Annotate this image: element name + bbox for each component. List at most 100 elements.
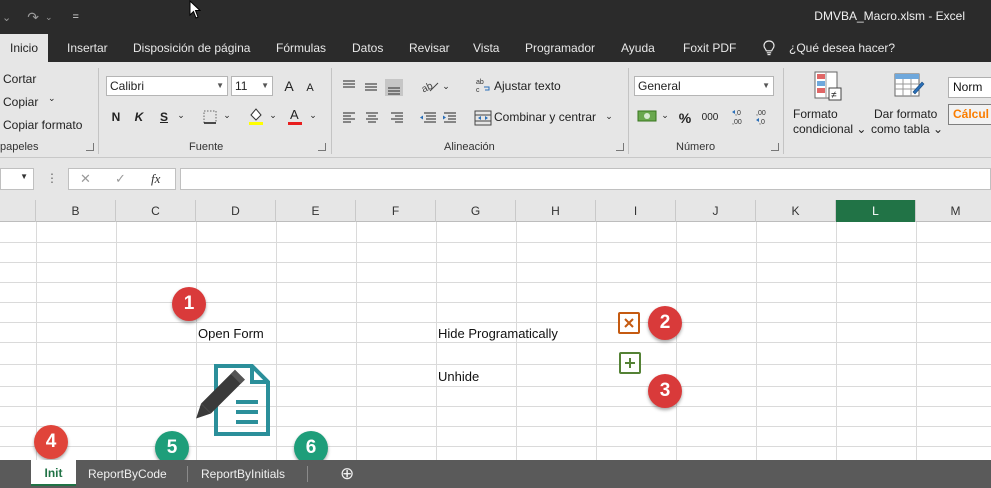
formula-input[interactable] — [180, 168, 991, 190]
sheet-tab-init[interactable]: Init — [31, 460, 76, 486]
bold-button[interactable]: N — [107, 107, 125, 127]
open-form-cell[interactable]: Open Form — [198, 326, 264, 341]
column-header[interactable]: J — [676, 200, 756, 222]
tab-ayuda[interactable]: Ayuda — [621, 34, 655, 62]
font-color-icon[interactable]: A — [287, 106, 303, 126]
row-header-corner[interactable] — [0, 200, 36, 222]
worksheet-grid[interactable]: Open Form Hide Programatically Unhide 1 … — [0, 222, 991, 465]
vertical-align-icons[interactable] — [341, 78, 403, 96]
percent-button[interactable]: % — [677, 108, 693, 128]
conditional-format-label-1[interactable]: Formato — [793, 107, 838, 121]
lightbulb-icon[interactable] — [762, 40, 776, 56]
format-as-table-label-1[interactable]: Dar formato — [874, 107, 937, 121]
increase-decimal-icon[interactable]: ,0 ,00 — [731, 108, 747, 126]
conditional-format-label-2[interactable]: condicional ⌄ — [793, 122, 866, 136]
name-box[interactable]: ▼ — [0, 168, 34, 190]
copy-dropdown-icon[interactable]: ⌄ — [48, 93, 56, 104]
decrease-decimal-icon[interactable]: ,00 ,0 — [755, 108, 771, 126]
font-color-dropdown-icon[interactable]: ⌄ — [308, 105, 318, 125]
column-header[interactable]: F — [356, 200, 436, 222]
number-format-select[interactable]: General ▼ — [634, 76, 774, 96]
copy-button[interactable]: Copiar — [3, 95, 38, 109]
column-header[interactable]: H — [516, 200, 596, 222]
currency-dropdown-icon[interactable]: ⌄ — [660, 105, 670, 125]
orientation-dropdown-icon[interactable]: ⌄ — [441, 76, 451, 96]
column-header[interactable]: M — [916, 200, 991, 222]
formula-buttons: ✕ ✓ fx — [68, 168, 176, 190]
customize-qat-icon[interactable]: = — [73, 11, 79, 23]
style-normal[interactable]: Norm — [948, 77, 991, 98]
hide-button[interactable] — [618, 312, 640, 334]
tab-datos[interactable]: Datos — [352, 34, 383, 62]
column-header[interactable]: K — [756, 200, 836, 222]
underline-button[interactable]: S — [155, 107, 173, 127]
column-header[interactable]: G — [436, 200, 516, 222]
cut-button[interactable]: Cortar — [3, 72, 36, 86]
format-painter-button[interactable]: Copiar formato — [3, 118, 82, 132]
tab-disposicion-pagina[interactable]: Disposición de página — [133, 34, 250, 62]
open-form-edit-icon[interactable] — [196, 362, 272, 436]
clipboard-launcher-icon[interactable] — [86, 143, 94, 151]
borders-icon[interactable] — [203, 110, 217, 124]
shrink-font-button[interactable]: A — [302, 78, 318, 98]
group-divider — [628, 68, 629, 154]
orientation-icon[interactable]: ab — [420, 78, 442, 94]
format-as-table-icon[interactable] — [893, 70, 925, 102]
conditional-format-icon[interactable]: ≠ — [813, 70, 843, 102]
redo-dropdown-icon[interactable]: ⌄ — [45, 12, 53, 23]
column-header[interactable]: B — [36, 200, 116, 222]
indent-icons[interactable] — [418, 111, 462, 125]
column-header[interactable]: I — [596, 200, 676, 222]
add-sheet-icon[interactable]: ⊕ — [340, 460, 354, 488]
merge-center-button[interactable]: Combinar y centrar — [494, 110, 596, 124]
tab-inicio[interactable]: Inicio — [0, 34, 49, 62]
font-name-select[interactable]: Calibri ▼ — [106, 76, 228, 96]
redo-icon[interactable]: ↷ — [27, 9, 39, 26]
unhide-button[interactable] — [619, 352, 641, 374]
row-line — [0, 386, 991, 387]
style-calculation[interactable]: Cálcul — [948, 104, 991, 125]
horizontal-align-icons[interactable] — [341, 111, 407, 125]
column-header[interactable]: C — [116, 200, 196, 222]
column-header[interactable]: D — [196, 200, 276, 222]
svg-text:ab: ab — [476, 79, 484, 86]
merge-dropdown-icon[interactable]: ⌄ — [604, 106, 614, 126]
ribbon-tab-bar: Inicio Insertar Disposición de página Fó… — [0, 34, 991, 62]
underline-dropdown-icon[interactable]: ⌄ — [176, 105, 186, 125]
grow-font-button[interactable]: A — [280, 76, 298, 96]
undo-dropdown-icon[interactable]: ⌄ — [2, 11, 11, 24]
number-launcher-icon[interactable] — [771, 143, 779, 151]
sheet-tab-reportbycode[interactable]: ReportByCode — [88, 460, 167, 488]
column-header[interactable]: E — [276, 200, 356, 222]
fill-color-icon[interactable] — [247, 106, 265, 126]
tab-formulas[interactable]: Fórmulas — [276, 34, 326, 62]
wrap-text-button[interactable]: Ajustar texto — [494, 79, 561, 93]
tab-programador[interactable]: Programador — [525, 34, 595, 62]
borders-dropdown-icon[interactable]: ⌄ — [222, 105, 232, 125]
hide-programatically-cell[interactable]: Hide Programatically — [438, 326, 558, 341]
italic-button[interactable]: K — [130, 107, 148, 127]
column-header-selected[interactable]: L — [836, 200, 916, 222]
svg-text:,0: ,0 — [735, 110, 741, 117]
wrap-text-icon[interactable]: ab c — [476, 77, 492, 93]
fill-color-dropdown-icon[interactable]: ⌄ — [268, 105, 278, 125]
cancel-icon[interactable]: ✕ — [80, 171, 91, 187]
tab-revisar[interactable]: Revisar — [409, 34, 450, 62]
alignment-launcher-icon[interactable] — [616, 143, 624, 151]
format-as-table-label-2[interactable]: como tabla ⌄ — [871, 122, 943, 136]
font-size-select[interactable]: 11 ▼ — [231, 76, 273, 96]
currency-icon[interactable] — [637, 108, 659, 124]
unhide-cell[interactable]: Unhide — [438, 369, 479, 384]
enter-icon[interactable]: ✓ — [115, 171, 126, 187]
svg-text:A: A — [290, 107, 299, 122]
sheet-tab-reportbyinitials[interactable]: ReportByInitials — [201, 460, 285, 488]
tab-insertar[interactable]: Insertar — [67, 34, 108, 62]
quick-access-toolbar: ⌄ ↷ ⌄ = — [0, 8, 79, 26]
thousands-button[interactable]: 000 — [699, 108, 721, 128]
merge-center-icon[interactable] — [474, 110, 492, 126]
insert-function-icon[interactable]: fx — [151, 171, 160, 187]
tab-vista[interactable]: Vista — [473, 34, 499, 62]
tab-foxit-pdf[interactable]: Foxit PDF — [683, 34, 736, 62]
font-launcher-icon[interactable] — [318, 143, 326, 151]
tell-me-search[interactable]: ¿Qué desea hacer? — [789, 34, 895, 62]
